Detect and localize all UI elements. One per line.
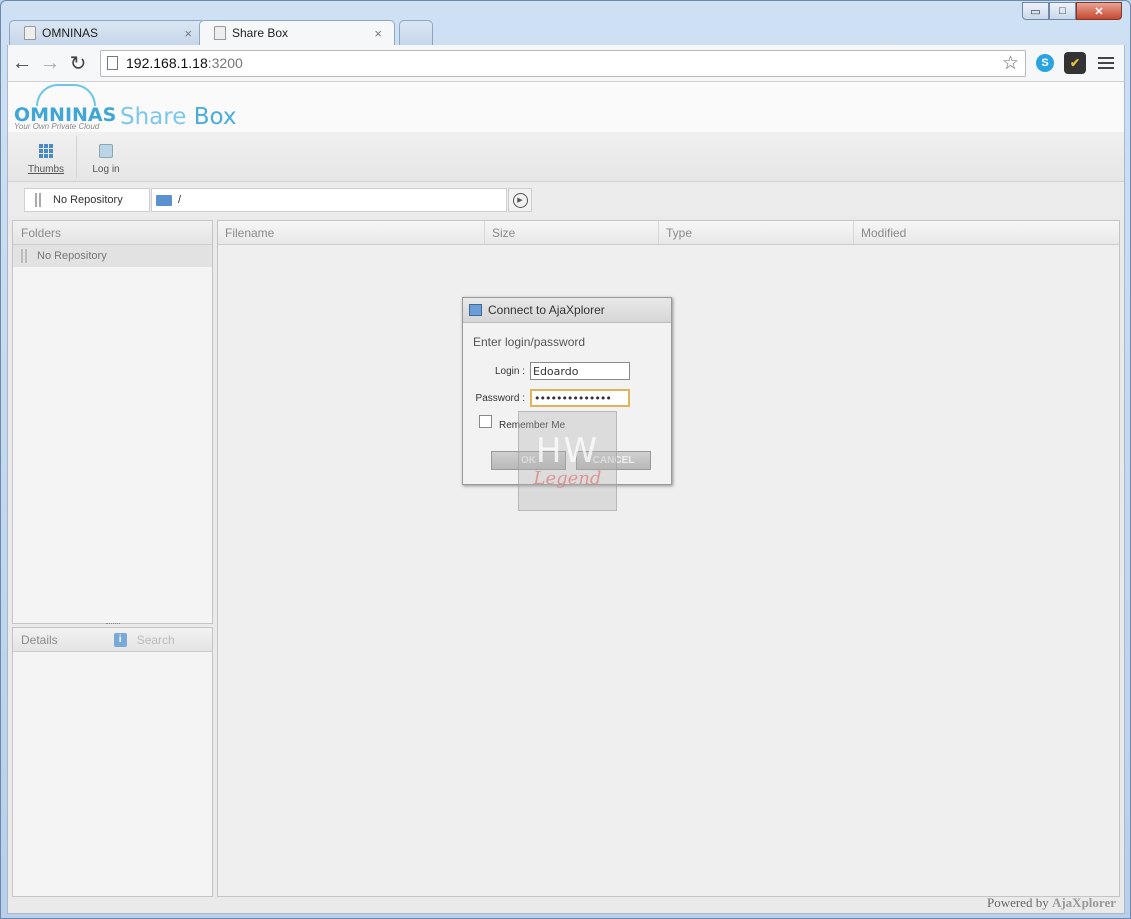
search-tab[interactable]: Search <box>137 633 175 647</box>
path-value: / <box>178 194 182 206</box>
details-panel: Details i Search <box>12 627 213 897</box>
action-bar: Thumbs Log in <box>8 132 1124 182</box>
close-window-button[interactable]: ✕ <box>1076 2 1122 20</box>
thumbs-label: Thumbs <box>27 164 65 175</box>
tab-omninas[interactable]: OMNINAS × <box>9 20 205 45</box>
folders-panel: Folders No Repository <box>12 220 213 624</box>
footer-brand[interactable]: AjaXplorer <box>1052 895 1116 910</box>
bookmark-star-icon[interactable]: ☆ <box>1002 52 1019 75</box>
column-modified[interactable]: Modified <box>854 221 1119 244</box>
app-title: Share Box <box>120 104 236 130</box>
page-favicon-icon <box>214 26 226 40</box>
action-divider <box>76 136 77 178</box>
folders-panel-title: Folders <box>13 221 212 245</box>
file-list-header: Filename Size Type Modified <box>218 221 1119 245</box>
column-size[interactable]: Size <box>485 221 659 244</box>
dialog-title-bar[interactable]: Connect to AjaXplorer <box>463 298 671 323</box>
skype-extension-icon[interactable]: S <box>1036 54 1054 72</box>
reload-button[interactable]: ↻ <box>64 49 92 77</box>
details-panel-header: Details i Search <box>13 628 212 652</box>
address-port: :3200 <box>207 55 243 71</box>
browser-toolbar: ← → ↻ 192.168.1.18 :3200 ☆ S ✔ <box>7 45 1125 81</box>
login-field[interactable]: Edoardo <box>530 362 630 380</box>
repository-icon <box>35 193 41 207</box>
login-label: Login : <box>494 366 525 377</box>
cloud-icon <box>36 84 96 106</box>
app-title-part2: Box <box>193 104 237 130</box>
address-host: 192.168.1.18 <box>126 55 208 71</box>
thumbs-button[interactable]: Thumbs <box>18 140 74 175</box>
tab-close-icon[interactable]: × <box>374 26 382 41</box>
omninas-logo: OMNINAS Your Own Private Cloud <box>14 84 116 131</box>
watermark-logo: HW Legend <box>518 411 617 511</box>
app-title-part1: Share <box>120 104 194 130</box>
minimize-button[interactable]: ▭ <box>1022 2 1049 20</box>
login-icon <box>99 144 113 158</box>
go-button[interactable]: ▶ <box>508 188 532 212</box>
footer-prefix: Powered by <box>986 895 1052 910</box>
browser-menu-icon[interactable] <box>1098 57 1114 69</box>
new-tab-button[interactable] <box>399 20 433 45</box>
folder-item-label: No Repository <box>37 250 107 262</box>
tab-strip: OMNINAS × Share Box × <box>9 19 433 45</box>
address-bar[interactable]: 192.168.1.18 :3200 ☆ <box>100 49 1026 77</box>
check-extension-icon[interactable]: ✔ <box>1064 52 1086 74</box>
folder-item[interactable]: No Repository <box>13 245 212 267</box>
repository-icon <box>21 249 27 263</box>
page-icon <box>107 56 118 70</box>
repository-label: No Repository <box>53 194 123 206</box>
tab-close-icon[interactable]: × <box>184 26 192 41</box>
path-input[interactable]: / <box>151 188 507 212</box>
login-label: Log in <box>92 164 120 175</box>
computer-icon <box>469 304 482 316</box>
folder-icon <box>156 194 172 206</box>
play-icon: ▶ <box>512 192 528 208</box>
info-icon: i <box>113 632 127 647</box>
password-label: Password : <box>475 393 525 404</box>
remember-me-checkbox[interactable] <box>479 415 492 428</box>
repository-selector[interactable]: No Repository <box>24 188 150 212</box>
watermark-bottom: Legend <box>533 467 602 489</box>
column-type[interactable]: Type <box>659 221 854 244</box>
details-tab[interactable]: Details <box>21 633 58 647</box>
column-filename[interactable]: Filename <box>218 221 485 244</box>
watermark-top: HW <box>535 430 600 471</box>
browser-window: ▭ □ ✕ OMNINAS × Share Box × ← → ↻ 192.16… <box>0 0 1131 919</box>
maximize-button[interactable]: □ <box>1049 2 1076 20</box>
logo-tagline: Your Own Private Cloud <box>14 122 100 131</box>
forward-button[interactable]: → <box>36 49 64 77</box>
back-button[interactable]: ← <box>8 49 36 77</box>
app-header: OMNINAS Your Own Private Cloud Share Box <box>8 82 1124 132</box>
tab-share-box[interactable]: Share Box × <box>199 20 395 45</box>
panel-splitter[interactable] <box>106 623 120 626</box>
login-button[interactable]: Log in <box>78 140 134 175</box>
web-page: OMNINAS Your Own Private Cloud Share Box… <box>7 81 1125 914</box>
tab-title: Share Box <box>232 26 289 40</box>
grid-icon <box>39 144 53 158</box>
dialog-title: Connect to AjaXplorer <box>488 303 605 317</box>
location-bar: No Repository / ▶ <box>8 182 1124 216</box>
powered-by-footer: Powered by AjaXplorer <box>987 895 1116 911</box>
window-controls: ▭ □ ✕ <box>1022 2 1122 20</box>
dialog-legend: Enter login/password <box>473 335 586 349</box>
tab-title: OMNINAS <box>42 26 99 40</box>
password-field[interactable]: •••••••••••••• <box>530 389 630 407</box>
page-favicon-icon <box>24 26 36 40</box>
